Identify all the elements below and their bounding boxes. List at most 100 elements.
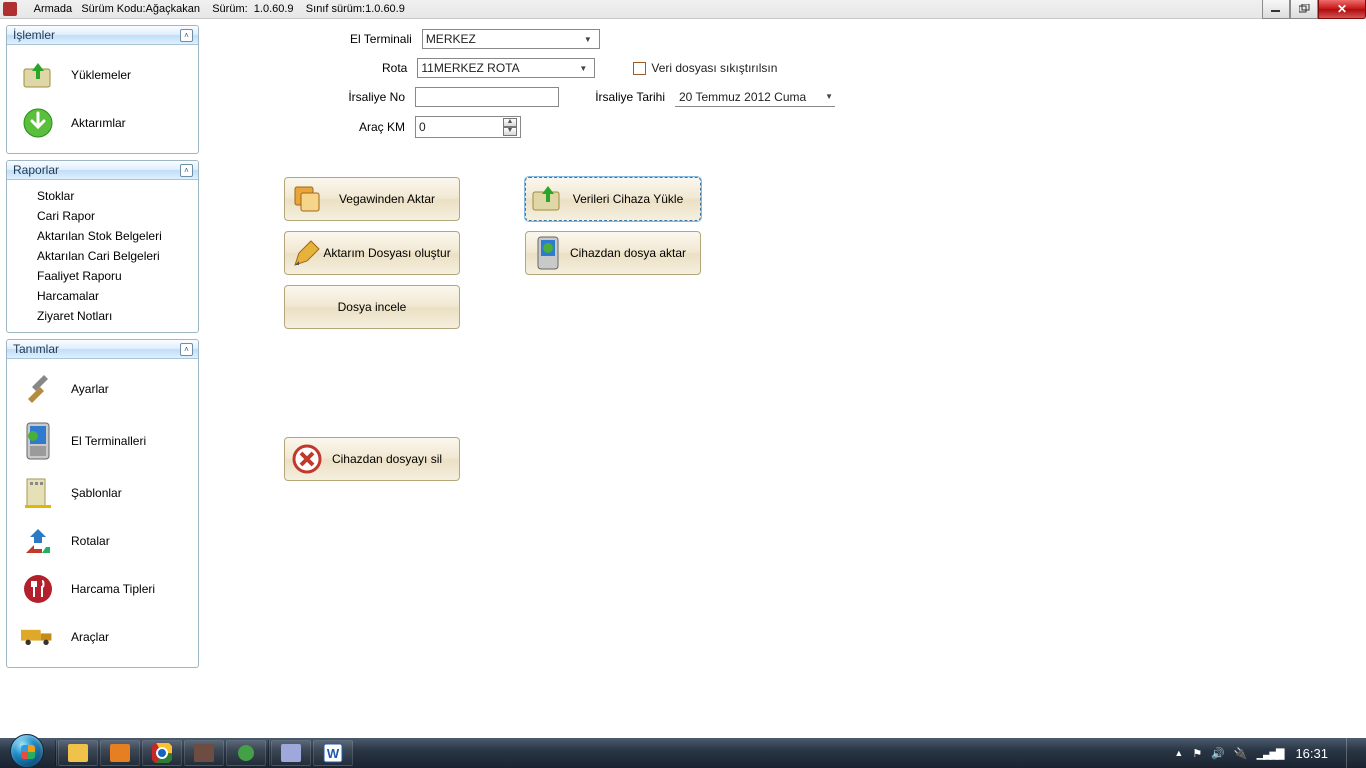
chevron-down-icon: ▼ <box>503 127 517 136</box>
svg-text:W: W <box>327 746 340 761</box>
sidebar-item-label: Ayarlar <box>71 382 109 396</box>
report-link-harcamalar[interactable]: Harcamalar <box>11 286 194 306</box>
collapse-icon[interactable]: ˄ <box>180 29 193 42</box>
sidebar-item-label: Yüklemeler <box>71 68 131 82</box>
panel-title: Tanımlar <box>13 342 59 356</box>
aktarim-dosyasi-olustur-button[interactable]: Aktarım Dosyası oluştur <box>284 231 460 275</box>
checkbox-icon <box>633 62 646 75</box>
report-link-aktarilan-stok[interactable]: Aktarılan Stok Belgeleri <box>11 226 194 246</box>
report-link-ziyaret[interactable]: Ziyaret Notları <box>11 306 194 326</box>
volume-icon[interactable]: 🔊 <box>1211 747 1225 760</box>
compress-checkbox[interactable]: Veri dosyası sıkıştırılsın <box>633 61 777 75</box>
taskbar-item-armada[interactable] <box>271 740 311 766</box>
sidebar-item-harcama-tipleri[interactable]: Harcama Tipleri <box>11 565 194 613</box>
system-tray: ▲ ⚑ 🔊 🔌 ▁▃▅▇ 16:31 <box>1164 738 1366 768</box>
recycle-icon <box>21 524 55 558</box>
chevron-up-icon: ▲ <box>503 118 517 127</box>
folder-icon <box>68 744 88 762</box>
show-desktop-button[interactable] <box>1346 738 1356 768</box>
sidebar-item-el-terminalleri[interactable]: El Terminalleri <box>11 413 194 469</box>
taskbar-item-app1[interactable] <box>184 740 224 766</box>
sidebar-item-label: El Terminalleri <box>71 434 146 448</box>
cihazdan-dosya-aktar-button[interactable]: Cihazdan dosya aktar <box>525 231 701 275</box>
building-icon <box>21 476 55 510</box>
chrome-icon <box>152 743 172 763</box>
window-controls: ✕ <box>1262 0 1366 19</box>
panel-header-tanimlar[interactable]: Tanımlar ˄ <box>7 340 198 359</box>
irsaliye-tarihi-label: İrsaliye Tarihi <box>595 90 675 104</box>
maximize-button[interactable] <box>1290 0 1318 19</box>
cihazdan-dosyayi-sil-button[interactable]: Cihazdan dosyayı sil <box>284 437 460 481</box>
app-icon <box>3 2 17 16</box>
panel-header-islemler[interactable]: İşlemler ˄ <box>7 26 198 45</box>
taskbar-item-explorer[interactable] <box>58 740 98 766</box>
box-arrow-icon <box>21 58 55 92</box>
report-link-aktarilan-cari[interactable]: Aktarılan Cari Belgeleri <box>11 246 194 266</box>
sidebar-item-rotalar[interactable]: Rotalar <box>11 517 194 565</box>
copy-icon <box>289 181 325 217</box>
pencil-icon <box>289 235 325 271</box>
collapse-icon[interactable]: ˄ <box>180 164 193 177</box>
pda-sync-icon <box>530 235 566 271</box>
arac-km-value: 0 <box>419 120 426 134</box>
app-window: İşlemler ˄ Yüklemeler Aktarımlar <box>0 19 1366 738</box>
tools-icon <box>21 372 55 406</box>
flag-icon[interactable]: ⚑ <box>1192 747 1202 760</box>
spinner-buttons[interactable]: ▲ ▼ <box>503 118 517 136</box>
terminal-combo[interactable]: MERKEZ ▼ <box>422 29 600 49</box>
chevron-down-icon: ▼ <box>580 35 596 44</box>
dosya-incele-button[interactable]: Dosya incele <box>284 285 460 329</box>
word-icon: W <box>323 743 343 763</box>
taskbar-item-app2[interactable] <box>226 740 266 766</box>
tray-chevron-icon[interactable]: ▲ <box>1174 748 1183 758</box>
windows-logo-icon <box>10 734 44 768</box>
report-link-cari-rapor[interactable]: Cari Rapor <box>11 206 194 226</box>
sidebar-item-ayarlar[interactable]: Ayarlar <box>11 365 194 413</box>
taskbar-item-chrome[interactable] <box>142 740 182 766</box>
sidebar-item-araclar[interactable]: Araçlar <box>11 613 194 661</box>
app-icon <box>194 744 214 762</box>
close-button[interactable]: ✕ <box>1318 0 1366 19</box>
power-icon[interactable]: 🔌 <box>1234 747 1248 760</box>
panel-title: Raporlar <box>13 163 59 177</box>
collapse-icon[interactable]: ˄ <box>180 343 193 356</box>
taskbar-item-media[interactable] <box>100 740 140 766</box>
taskbar: W ▲ ⚑ 🔊 🔌 ▁▃▅▇ 16:31 <box>0 738 1366 768</box>
vegawinden-aktar-button[interactable]: Vegawinden Aktar <box>284 177 460 221</box>
rota-label: Rota <box>350 61 417 75</box>
start-button[interactable] <box>0 738 54 768</box>
compress-label: Veri dosyası sıkıştırılsın <box>651 61 777 75</box>
chevron-down-icon: ▼ <box>825 92 835 101</box>
report-link-stoklar[interactable]: Stoklar <box>11 186 194 206</box>
pda-icon <box>21 424 55 458</box>
clock[interactable]: 16:31 <box>1291 746 1332 761</box>
titlebar: Armada Sürüm Kodu:Ağaçkakan Sürüm: 1.0.6… <box>0 0 1366 19</box>
sidebar-item-label: Rotalar <box>71 534 110 548</box>
irsaliye-tarihi-value: 20 Temmuz 2012 Cuma <box>679 90 806 104</box>
sidebar-item-yuklemeler[interactable]: Yüklemeler <box>11 51 194 99</box>
sidebar-item-label: Araçlar <box>71 630 109 644</box>
wifi-icon[interactable]: ▁▃▅▇ <box>1257 747 1283 760</box>
sidebar: İşlemler ˄ Yüklemeler Aktarımlar <box>0 19 205 738</box>
irsaliye-tarihi-picker[interactable]: 20 Temmuz 2012 Cuma ▼ <box>675 88 835 107</box>
panel-header-raporlar[interactable]: Raporlar ˄ <box>7 161 198 180</box>
terminal-value: MERKEZ <box>426 32 476 46</box>
pda-icon <box>281 744 301 762</box>
button-label: Vegawinden Aktar <box>309 192 435 206</box>
rota-combo[interactable]: 11MERKEZ ROTA ▼ <box>417 58 595 78</box>
sidebar-item-aktarimlar[interactable]: Aktarımlar <box>11 99 194 147</box>
main-form: El Terminali MERKEZ ▼ Rota 11MERKEZ ROTA… <box>205 19 1366 738</box>
arac-km-input[interactable]: 0 ▲ ▼ <box>415 116 521 138</box>
panel-raporlar: Raporlar ˄ Stoklar Cari Rapor Aktarılan … <box>6 160 199 333</box>
upload-device-icon <box>530 181 566 217</box>
terminal-label: El Terminali <box>350 32 422 46</box>
sidebar-item-sablonlar[interactable]: Şablonlar <box>11 469 194 517</box>
irsaliye-no-input[interactable] <box>415 87 559 107</box>
taskbar-item-word[interactable]: W <box>313 740 353 766</box>
panel-tanimlar: Tanımlar ˄ Ayarlar El Terminalleri <box>6 339 199 668</box>
minimize-button[interactable] <box>1262 0 1290 19</box>
truck-icon <box>21 620 55 654</box>
report-link-faaliyet[interactable]: Faaliyet Raporu <box>11 266 194 286</box>
irsaliye-no-label: İrsaliye No <box>345 90 415 104</box>
verileri-cihaza-yukle-button[interactable]: Verileri Cihaza Yükle <box>525 177 701 221</box>
